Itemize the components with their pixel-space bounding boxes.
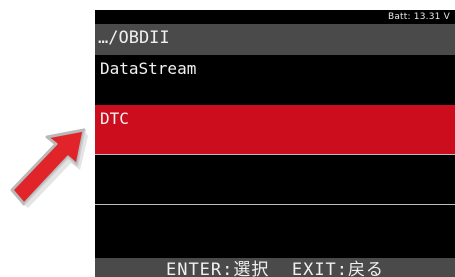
status-bar: Batt: 13.31 V [95,10,455,24]
path-title: …/OBDII [98,28,170,48]
menu-item-label: DataStream [100,59,197,78]
breadcrumb: …/OBDII [95,24,455,55]
menu-item-dtc[interactable]: DTC [95,105,455,154]
menu-item-empty-4[interactable] [95,205,455,254]
menu-item-empty-3[interactable] [95,155,455,204]
menu-item-datastream[interactable]: DataStream [95,55,455,104]
footer-hint-bar: ENTER:選択 EXIT:戻る [95,258,455,277]
red-pointer-arrow-icon [10,128,88,208]
menu-item-label: DTC [100,109,129,128]
footer-hint: ENTER:選択 EXIT:戻る [165,260,385,277]
device-screen: Batt: 13.31 V …/OBDII DataStream DTC ENT… [95,10,455,277]
battery-voltage: Batt: 13.31 V [387,12,450,22]
